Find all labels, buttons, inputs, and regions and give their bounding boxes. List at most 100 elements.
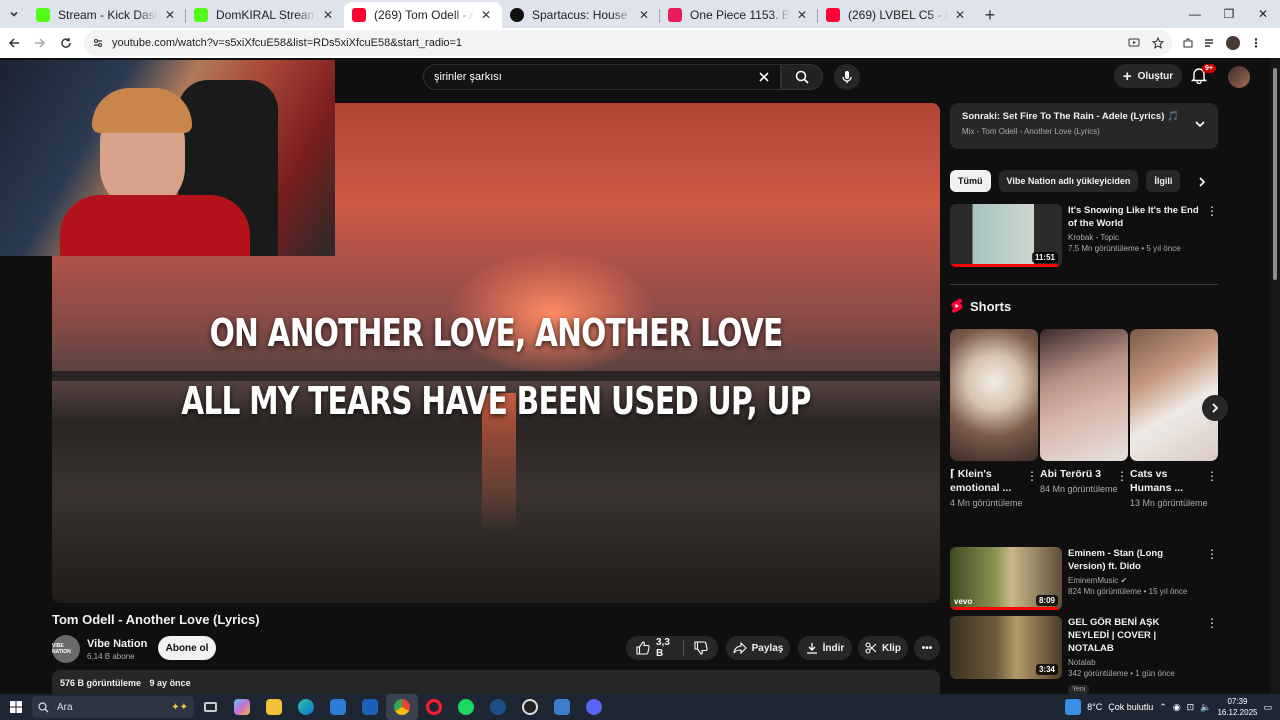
settings-app-icon[interactable] [546, 694, 578, 720]
bookmark-star-icon[interactable] [1152, 37, 1164, 49]
opera-icon[interactable] [418, 694, 450, 720]
browser-tab[interactable]: (269) LVBEL C5 - HAVHAVHAV ✕ [818, 2, 976, 28]
chip-related[interactable]: İlgili [1146, 170, 1181, 192]
menu-kebab-icon[interactable]: ⋮ [1250, 36, 1262, 50]
record-icon[interactable]: ◉ [1173, 702, 1181, 713]
task-view-icon[interactable] [194, 694, 226, 720]
browser-tab-active[interactable]: (269) Tom Odell - Another Love ✕ [344, 2, 502, 28]
more-vertical-icon[interactable]: ⋮ [1116, 469, 1128, 483]
short-card[interactable]: Cats vs Humans ... 13 Mn görüntüleme ⋮ [1130, 329, 1218, 510]
chip-from-uploader[interactable]: Vibe Nation adlı yükleyiciden [998, 170, 1139, 192]
site-info-icon[interactable] [92, 37, 104, 49]
network-icon[interactable]: ⊡ [1187, 702, 1195, 713]
dislike-button[interactable] [684, 641, 718, 655]
notifications-button[interactable]: 9+ [1190, 64, 1216, 88]
share-button[interactable]: Paylaş [726, 636, 790, 660]
steam-icon[interactable] [482, 694, 514, 720]
reload-button[interactable] [54, 31, 78, 55]
short-thumbnail[interactable] [950, 329, 1038, 461]
account-avatar[interactable] [1228, 66, 1250, 88]
copilot-icon[interactable] [226, 694, 258, 720]
spotify-icon[interactable] [450, 694, 482, 720]
short-title[interactable]: Abi Terörü 3 [1040, 467, 1128, 481]
more-actions-button[interactable]: ••• [914, 636, 940, 660]
subscribe-button[interactable]: Abone ol [158, 636, 216, 660]
chip-all[interactable]: Tümü [950, 170, 991, 192]
temperature[interactable]: 8°C [1087, 702, 1102, 712]
store-icon[interactable] [322, 694, 354, 720]
short-title[interactable]: Cats vs Humans ... [1130, 467, 1218, 495]
channel-avatar[interactable]: VIBE NATION [52, 635, 80, 663]
short-title[interactable]: ⌈ Klein's emotional ... [950, 467, 1038, 495]
recommended-video[interactable]: 3:34 GEL GÖR BENİ AŞK NEYLEDİ | COVER | … [950, 616, 1218, 694]
more-vertical-icon[interactable]: ⋮ [1206, 616, 1218, 630]
chips-next-button[interactable] [1192, 172, 1212, 192]
back-button[interactable] [2, 31, 26, 55]
search-input[interactable]: şirinler şarkısı [423, 64, 781, 90]
short-card[interactable]: Abi Terörü 3 84 Mn görüntüleme ⋮ [1040, 329, 1128, 496]
chevron-down-icon[interactable] [1194, 118, 1206, 130]
tab-search-button[interactable] [0, 0, 28, 28]
file-explorer-icon[interactable] [258, 694, 290, 720]
clip-button[interactable]: Klip [858, 636, 908, 660]
video-title[interactable]: Eminem - Stan (Long Version) ft. Dido [1068, 547, 1202, 573]
short-card[interactable]: ⌈ Klein's emotional ... 4 Mn görüntüleme… [950, 329, 1038, 510]
clock[interactable]: 07:39 16.12.2025 [1217, 696, 1257, 718]
more-vertical-icon[interactable]: ⋮ [1206, 469, 1218, 483]
speaker-icon[interactable]: 🔈 [1200, 702, 1211, 713]
profile-avatar-icon[interactable] [1226, 36, 1240, 50]
scrollbar-thumb[interactable] [1273, 68, 1277, 280]
start-button[interactable] [0, 694, 32, 720]
channel-name[interactable]: EminemMusic ✔ [1068, 576, 1202, 585]
more-vertical-icon[interactable]: ⋮ [1206, 204, 1218, 218]
close-tab-icon[interactable]: ✕ [478, 7, 494, 23]
browser-tab[interactable]: Stream - Kick Dashboard ✕ [28, 2, 186, 28]
video-title[interactable]: GEL GÖR BENİ AŞK NEYLEDİ | COVER | NOTAL… [1068, 616, 1202, 655]
chrome-icon[interactable] [386, 694, 418, 720]
video-thumbnail[interactable]: 3:34 [950, 616, 1062, 679]
new-tab-button[interactable]: + [976, 2, 1004, 28]
channel-name[interactable]: Notalab [1068, 658, 1202, 667]
download-button[interactable]: İndir [798, 636, 852, 660]
browser-tab[interactable]: DomKIRAL Stream - Watch Live ✕ [186, 2, 344, 28]
video-thumbnail[interactable]: 11:51 [950, 204, 1062, 267]
extensions-icon[interactable] [1182, 37, 1194, 49]
minimize-icon[interactable]: — [1178, 0, 1212, 28]
channel-name[interactable]: Vibe Nation [87, 638, 147, 650]
channel-name[interactable]: Krobak - Topic [1068, 233, 1202, 242]
weather-icon[interactable] [1065, 699, 1082, 715]
cast-icon[interactable] [1128, 37, 1140, 49]
close-tab-icon[interactable]: ✕ [162, 7, 178, 23]
more-vertical-icon[interactable]: ⋮ [1026, 469, 1038, 483]
like-button[interactable]: 3,3 B [626, 637, 684, 659]
address-bar[interactable]: youtube.com/watch?v=s5xiXfcuE58&list=RDs… [84, 30, 1172, 56]
close-tab-icon[interactable]: ✕ [794, 7, 810, 23]
page-scrollbar[interactable] [1270, 58, 1280, 694]
close-tab-icon[interactable]: ✕ [636, 7, 652, 23]
voice-search-button[interactable] [834, 64, 860, 90]
discord-icon[interactable] [578, 694, 610, 720]
shorts-next-button[interactable] [1202, 395, 1228, 421]
restore-icon[interactable]: ❐ [1212, 0, 1246, 28]
mail-icon[interactable] [354, 694, 386, 720]
taskbar-search[interactable]: Ara ✦✦ [32, 696, 194, 718]
clear-search-icon[interactable] [758, 71, 770, 83]
recommended-video[interactable]: 11:51 It's Snowing Like It's the End of … [950, 204, 1218, 268]
forward-button[interactable] [28, 31, 52, 55]
edge-icon[interactable] [290, 694, 322, 720]
create-button[interactable]: + Oluştur [1114, 64, 1182, 88]
short-thumbnail[interactable] [1040, 329, 1128, 461]
browser-tab[interactable]: One Piece 1153. Bölüm İzle - A ✕ [660, 2, 818, 28]
search-button[interactable] [781, 64, 823, 90]
obs-icon[interactable] [514, 694, 546, 720]
notification-center-icon[interactable]: ▭ [1263, 702, 1272, 713]
close-window-icon[interactable]: ✕ [1246, 0, 1280, 28]
video-thumbnail[interactable]: vevo 8:09 [950, 547, 1062, 610]
recommended-video[interactable]: vevo 8:09 Eminem - Stan (Long Version) f… [950, 547, 1218, 611]
description-box[interactable]: 576 B görüntüleme 9 ay önce [52, 670, 940, 694]
close-tab-icon[interactable]: ✕ [952, 7, 968, 23]
short-thumbnail[interactable] [1130, 329, 1218, 461]
channel-info[interactable]: VIBE NATION Vibe Nation 6,14 B abone [52, 635, 147, 663]
video-title[interactable]: It's Snowing Like It's the End of the Wo… [1068, 204, 1202, 230]
weather-status[interactable]: Çok bulutlu [1108, 702, 1153, 712]
